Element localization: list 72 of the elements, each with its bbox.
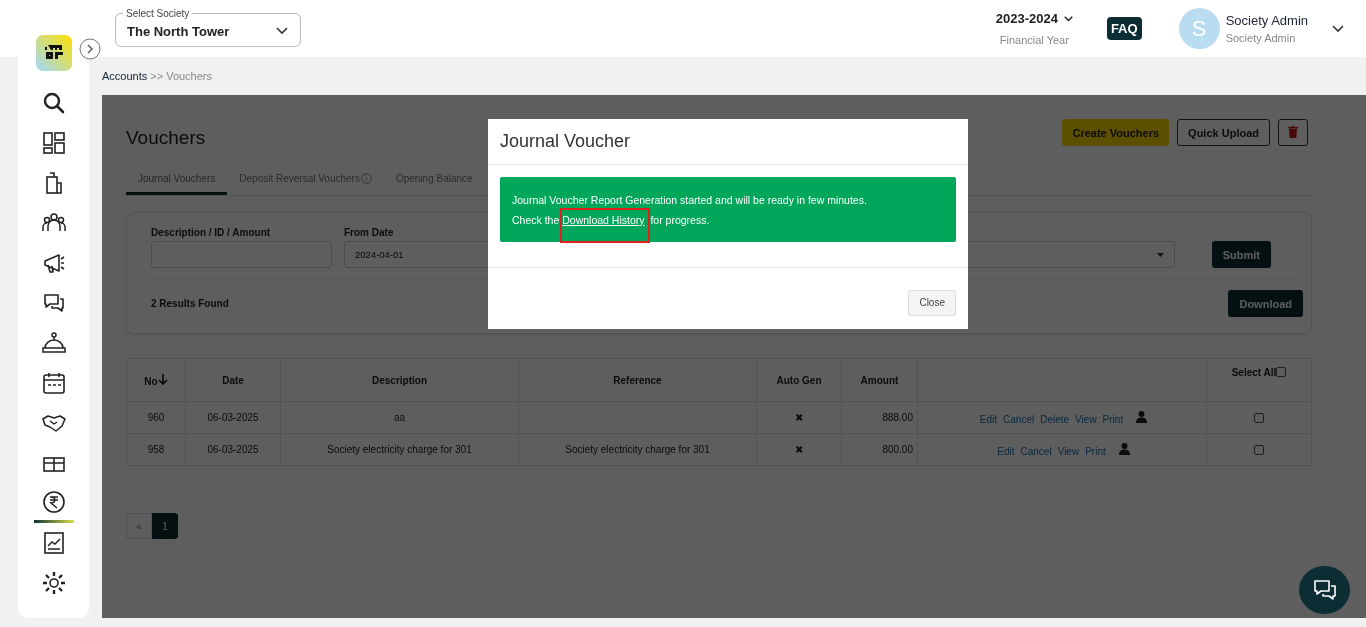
column-header: Select All	[1231, 367, 1277, 378]
chat-icon	[41, 291, 66, 315]
person-icon[interactable]	[1136, 410, 1148, 423]
column-header: Description	[372, 374, 427, 386]
financial-year-select[interactable]: 2023-2024 Financial Year	[995, 11, 1073, 46]
column-header: No	[144, 375, 158, 387]
action-link[interactable]: Edit	[979, 413, 998, 425]
results-count: 2 Results Found	[151, 298, 229, 309]
table-cell: 800.00	[841, 433, 918, 466]
action-link[interactable]: View	[1075, 413, 1097, 425]
megaphone-icon	[41, 251, 66, 275]
field-label: Description / ID / Amount	[151, 227, 272, 238]
faq-button[interactable]: FAQ	[1106, 17, 1142, 40]
column-header: Reference	[613, 374, 662, 386]
field-label: From Date	[344, 227, 395, 238]
action-link[interactable]: Cancel	[1020, 445, 1052, 457]
action-link[interactable]: View	[1057, 445, 1080, 457]
arrow-down-icon[interactable]	[157, 373, 168, 385]
row-checkbox[interactable]	[1254, 413, 1264, 424]
chevron-down-icon	[1063, 15, 1073, 22]
submit-button[interactable]: Submit	[1211, 241, 1271, 268]
create-vouchers-button[interactable]: Create Vouchers	[1062, 119, 1170, 146]
breadcrumb-link[interactable]: Accounts	[102, 70, 148, 82]
table-cell: 888.00	[841, 401, 918, 434]
row-checkbox[interactable]	[1254, 445, 1264, 456]
caret-down-icon	[1156, 252, 1164, 257]
delete-button[interactable]	[1278, 119, 1308, 146]
rupee-icon	[41, 489, 66, 514]
page-button[interactable]: 1	[152, 513, 178, 539]
table-cell: Society electricity charge for 301	[280, 433, 519, 466]
table-cell: 960	[126, 401, 186, 434]
trash-icon	[1288, 125, 1298, 138]
calendar-icon	[41, 371, 66, 395]
breadcrumb-current: >> Vouchers	[150, 70, 213, 82]
chart-icon	[41, 531, 66, 555]
table-cell: aa	[280, 401, 519, 434]
dashboard-icon	[41, 131, 66, 155]
select-all-checkbox[interactable]	[1276, 367, 1287, 377]
alert-message: Journal Voucher Report Generation started and will be ready in few minutes.	[512, 193, 868, 208]
chat-icon	[1312, 579, 1337, 601]
action-link[interactable]: Cancel	[1003, 413, 1035, 425]
column-header: Auto Gen	[776, 374, 822, 386]
modal-title: Journal Voucher	[500, 131, 631, 152]
search-icon	[41, 91, 66, 115]
table-cell: 958	[126, 433, 186, 466]
user-name: Society Admin	[1225, 13, 1308, 28]
action-link[interactable]: Delete	[1040, 413, 1070, 425]
column-header: Amount	[860, 374, 899, 386]
action-link[interactable]: Edit	[997, 445, 1015, 457]
app-logo[interactable]	[35, 35, 72, 71]
expand-sidebar-icon[interactable]	[79, 38, 101, 60]
chevron-down-icon[interactable]	[1332, 24, 1344, 33]
download-button[interactable]: Download	[1228, 290, 1303, 317]
user-role: Society Admin	[1225, 32, 1297, 44]
table-cell: 06-03-2025	[185, 433, 281, 466]
user-avatar[interactable]: S	[1178, 8, 1220, 49]
table-cell: Society electricity charge for 301	[565, 444, 710, 455]
page-title: Vouchers	[126, 127, 206, 149]
society-select[interactable]: Select Society The North Tower	[115, 8, 301, 47]
action-link[interactable]: Print	[1102, 413, 1124, 425]
table-cell: ✖	[756, 433, 842, 466]
society-select-label: Select Society	[125, 8, 191, 19]
previous-page-button[interactable]: «	[126, 513, 152, 539]
desk-bell-icon	[41, 331, 66, 355]
chevron-down-icon	[276, 27, 288, 35]
column-header: Date	[222, 374, 244, 386]
quick-upload-button[interactable]: Quick Upload	[1177, 119, 1270, 146]
action-link[interactable]: Print	[1085, 445, 1106, 457]
table-cell: ✖	[756, 401, 842, 434]
close-button[interactable]: Close	[908, 289, 956, 316]
person-icon[interactable]	[1118, 442, 1130, 455]
table-cell: 06-03-2025	[185, 401, 281, 434]
